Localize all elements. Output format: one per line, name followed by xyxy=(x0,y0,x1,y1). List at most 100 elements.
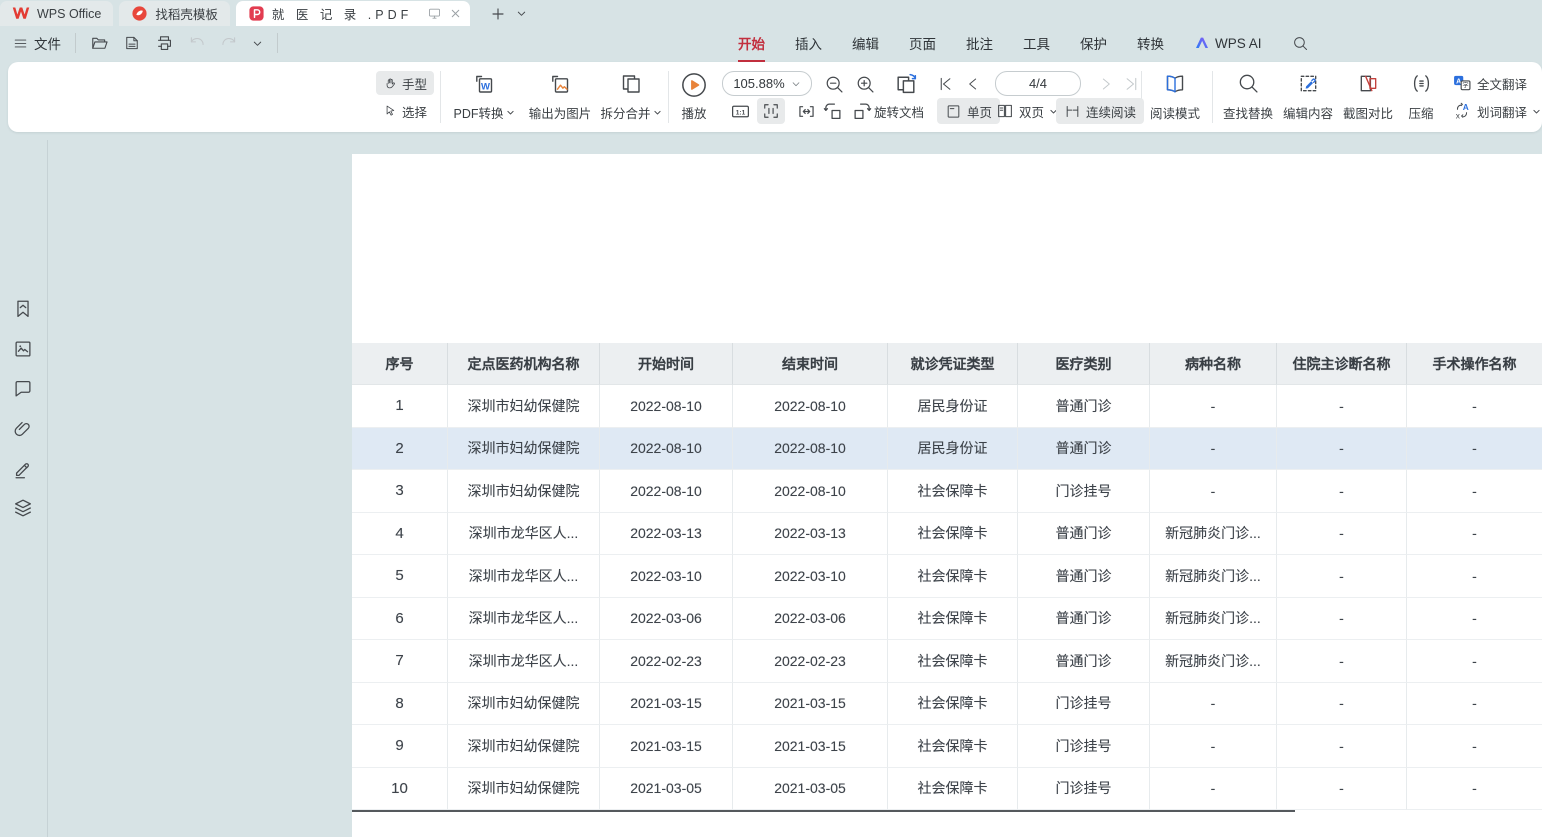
export-image-button[interactable]: 输出为图片 xyxy=(520,69,600,125)
last-page-icon xyxy=(1123,75,1141,93)
undo-icon[interactable] xyxy=(188,34,206,52)
save-icon[interactable] xyxy=(123,34,141,52)
tab-list-chevron-icon[interactable] xyxy=(516,8,527,19)
table-cell: 门诊挂号 xyxy=(1018,470,1150,513)
zoom-level-select[interactable]: 105.88% xyxy=(722,71,812,96)
edit-content-button[interactable]: 编辑内容 xyxy=(1278,69,1338,125)
column-header: 结束时间 xyxy=(733,343,888,385)
first-page-button[interactable] xyxy=(936,72,954,96)
table-cell: 2022-08-10 xyxy=(733,428,888,471)
column-header: 医疗类别 xyxy=(1018,343,1150,385)
thumbnail-icon[interactable] xyxy=(12,338,34,360)
table-cell: - xyxy=(1150,428,1277,471)
last-page-button[interactable] xyxy=(1123,72,1141,96)
table-cell: 3 xyxy=(352,470,448,513)
select-tool-button[interactable]: 选择 xyxy=(376,99,434,123)
fit-page-button[interactable] xyxy=(757,98,785,124)
redo-icon[interactable] xyxy=(220,34,238,52)
table-cell: 新冠肺炎门诊... xyxy=(1150,555,1277,598)
table-cell: - xyxy=(1407,513,1542,556)
close-tab-icon[interactable] xyxy=(449,7,462,20)
compress-icon xyxy=(1410,72,1433,95)
rotate-left-button[interactable] xyxy=(822,99,844,123)
hand-tool-button[interactable]: 手型 xyxy=(376,71,434,95)
word-translate-button[interactable]: Ax 划词翻译 xyxy=(1452,99,1541,123)
table-cell: 2022-02-23 xyxy=(600,640,733,683)
table-cell: 2021-03-15 xyxy=(733,725,888,768)
page-number-input[interactable]: 4/4 xyxy=(995,71,1081,96)
menu-item[interactable]: 转换 xyxy=(1137,27,1164,59)
previous-page-button[interactable] xyxy=(965,72,981,96)
open-file-icon[interactable] xyxy=(90,34,109,53)
new-tab-icon[interactable] xyxy=(490,6,506,22)
compress-button[interactable]: 压缩 xyxy=(1400,69,1442,125)
table-cell: 普通门诊 xyxy=(1018,385,1150,428)
table-cell: 社会保障卡 xyxy=(888,598,1018,641)
menu-item[interactable]: 批注 xyxy=(966,27,993,59)
attachment-icon[interactable] xyxy=(12,418,34,440)
left-sidebar xyxy=(0,140,48,837)
zoom-in-button[interactable] xyxy=(855,72,876,96)
table-cell: 2021-03-05 xyxy=(733,768,888,811)
menu-item[interactable]: 开始 xyxy=(738,27,765,59)
double-page-button[interactable]: 双页 xyxy=(996,99,1058,123)
zoom-out-button[interactable] xyxy=(824,72,845,96)
continuous-read-button[interactable]: 连续阅读 xyxy=(1056,98,1144,124)
play-button[interactable]: 播放 xyxy=(672,69,716,125)
rotate-doc-button[interactable]: 旋转文档 xyxy=(874,99,924,123)
comment-icon[interactable] xyxy=(12,378,34,400)
tab-wps-home[interactable]: WPS Office xyxy=(0,1,113,26)
column-header: 手术操作名称 xyxy=(1407,343,1542,385)
single-page-button[interactable]: 单页 xyxy=(937,98,1000,124)
fit-page-icon xyxy=(761,101,781,121)
tab-document-active[interactable]: 就 医 记 录 .PDF xyxy=(236,1,470,26)
wps-ai-menu[interactable]: WPS AI xyxy=(1194,29,1262,57)
fit-width-button[interactable] xyxy=(796,99,817,123)
double-page-icon xyxy=(996,102,1014,120)
pdf-page: 序号定点医药机构名称开始时间结束时间就诊凭证类型医疗类别病种名称住院主诊断名称手… xyxy=(352,154,1542,837)
menu-item[interactable]: 工具 xyxy=(1023,27,1050,59)
signature-pen-icon[interactable] xyxy=(12,458,34,480)
print-icon[interactable] xyxy=(155,34,174,53)
edit-pencil-icon xyxy=(1297,72,1320,95)
bookmark-icon[interactable] xyxy=(12,298,34,320)
next-page-button[interactable] xyxy=(1098,72,1114,96)
page-refresh-button[interactable] xyxy=(894,71,919,95)
export-image-icon xyxy=(548,72,572,96)
menu-item[interactable]: 页面 xyxy=(909,27,936,59)
tab-docer[interactable]: 找稻壳模板 xyxy=(119,1,230,26)
layers-icon[interactable] xyxy=(12,497,34,519)
table-bottom-border xyxy=(352,810,1295,812)
table-cell: 深圳市龙华区人... xyxy=(448,640,600,683)
pdf-convert-button[interactable]: W PDF转换 xyxy=(444,69,524,125)
tab-bar: WPS Office 找稻壳模板 就 医 记 录 .PDF xyxy=(0,0,1542,26)
column-header: 住院主诊断名称 xyxy=(1277,343,1407,385)
pdf-file-icon xyxy=(248,5,265,22)
table-cell: 社会保障卡 xyxy=(888,640,1018,683)
menu-search-icon[interactable] xyxy=(1292,35,1309,52)
quick-access-chevron-icon[interactable] xyxy=(252,38,263,49)
next-page-icon xyxy=(1098,76,1114,92)
single-page-icon xyxy=(945,103,962,120)
table-cell: - xyxy=(1277,683,1407,726)
menu-item[interactable]: 插入 xyxy=(795,27,822,59)
table-cell: 2 xyxy=(352,428,448,471)
find-replace-button[interactable]: 查找替换 xyxy=(1218,69,1278,125)
read-mode-button[interactable]: 阅读模式 xyxy=(1144,69,1206,125)
table-cell: - xyxy=(1277,725,1407,768)
table-cell: - xyxy=(1407,598,1542,641)
screenshot-compare-button[interactable]: 截图对比 xyxy=(1338,69,1398,125)
full-translate-button[interactable]: A字 全文翻译 xyxy=(1452,71,1527,95)
split-merge-icon xyxy=(619,72,643,96)
menu-item[interactable]: 保护 xyxy=(1080,27,1107,59)
table-cell: - xyxy=(1407,470,1542,513)
table-cell: 2021-03-15 xyxy=(733,683,888,726)
actual-size-button[interactable]: 1:1 xyxy=(730,99,751,123)
table-cell: - xyxy=(1277,385,1407,428)
screen-share-icon[interactable] xyxy=(427,6,442,21)
table-cell: 普通门诊 xyxy=(1018,513,1150,556)
split-merge-button[interactable]: 拆分合并 xyxy=(592,69,670,125)
file-menu[interactable]: 文件 xyxy=(13,27,61,59)
menu-item[interactable]: 编辑 xyxy=(852,27,879,59)
rotate-right-button[interactable] xyxy=(851,99,873,123)
